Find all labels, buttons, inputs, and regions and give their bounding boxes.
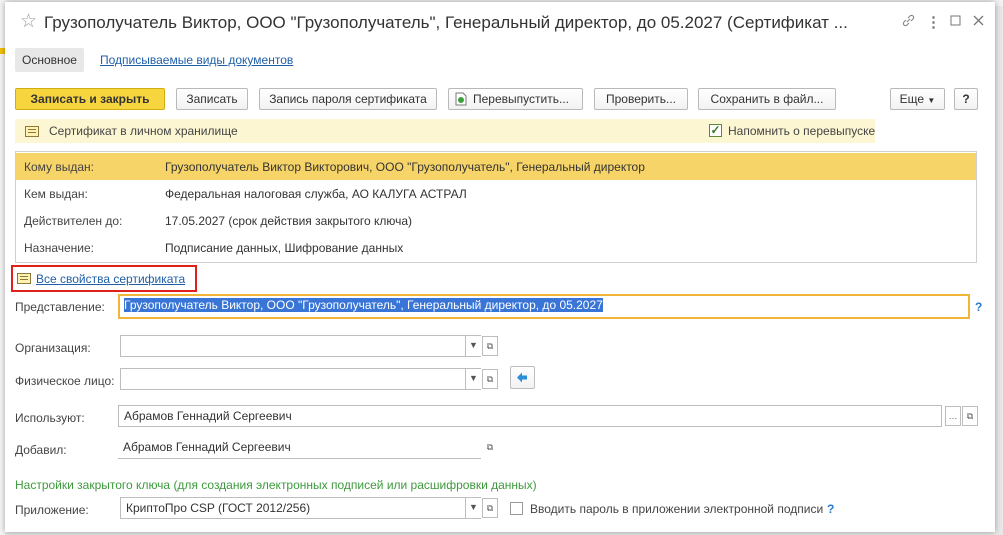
used-by-select-icon[interactable]: … bbox=[945, 406, 961, 426]
detail-label: Действителен до: bbox=[24, 214, 123, 228]
save-to-file-button[interactable]: Сохранить в файл... bbox=[698, 88, 836, 110]
key-settings-header: Настройки закрытого ключа (для создания … bbox=[15, 478, 537, 492]
detail-value: Грузополучатель Виктор Викторович, ООО "… bbox=[165, 160, 645, 174]
detail-value: 17.05.2027 (срок действия закрытого ключ… bbox=[165, 214, 413, 228]
arrow-left-icon bbox=[517, 372, 527, 383]
person-open-icon[interactable]: ⧉ bbox=[482, 369, 498, 389]
certificate-details: Кому выдан: Грузополучатель Виктор Викто… bbox=[15, 151, 977, 263]
window-title: Грузополучатель Виктор, ООО "Грузополуча… bbox=[44, 13, 848, 32]
used-by-label: Используют: bbox=[15, 411, 85, 425]
organization-dropdown-icon[interactable]: ▼ bbox=[465, 336, 481, 356]
detail-label: Кому выдан: bbox=[24, 160, 95, 174]
app-label: Приложение: bbox=[15, 503, 89, 517]
organization-field[interactable] bbox=[120, 335, 481, 357]
presentation-help-icon[interactable]: ? bbox=[975, 300, 982, 314]
storage-text: Сертификат в личном хранилище bbox=[49, 124, 238, 138]
storage-info-bar: Сертификат в личном хранилище ✓ Напомнит… bbox=[15, 119, 875, 143]
reissue-label: Перевыпустить... bbox=[473, 92, 569, 106]
save-password-button[interactable]: Запись пароля сертификата bbox=[259, 88, 437, 110]
certificate-window: ☆ Грузополучатель Виктор, ООО "Грузополу… bbox=[5, 2, 995, 532]
detail-row-issued-to: Кому выдан: Грузополучатель Виктор Викто… bbox=[16, 153, 976, 180]
properties-certificate-icon bbox=[17, 273, 31, 284]
person-dropdown-icon[interactable]: ▼ bbox=[465, 369, 481, 389]
person-field[interactable] bbox=[120, 368, 481, 390]
all-properties-link[interactable]: Все свойства сертификата bbox=[36, 272, 185, 286]
help-button[interactable]: ? bbox=[954, 88, 978, 110]
organization-label: Организация: bbox=[15, 341, 91, 355]
check-button[interactable]: Проверить... bbox=[594, 88, 688, 110]
enter-password-label[interactable]: Вводить пароль в приложении электронной … bbox=[530, 502, 823, 516]
link-icon[interactable] bbox=[901, 13, 916, 32]
used-by-open-icon[interactable]: ⧉ bbox=[962, 406, 978, 426]
dropdown-arrow-icon: ▼ bbox=[927, 96, 936, 105]
close-icon[interactable] bbox=[973, 13, 984, 30]
app-open-icon[interactable]: ⧉ bbox=[482, 498, 498, 518]
added-by-field: Абрамов Геннадий Сергеевич bbox=[118, 437, 481, 459]
detail-label: Кем выдан: bbox=[24, 187, 88, 201]
more-button[interactable]: Еще ▼ bbox=[890, 88, 945, 110]
added-by-open-icon[interactable]: ⧉ bbox=[482, 438, 498, 458]
enter-password-help-icon[interactable]: ? bbox=[827, 502, 834, 516]
presentation-value: Грузополучатель Виктор, ООО "Грузополуча… bbox=[124, 298, 603, 312]
app-field[interactable]: КриптоПро CSP (ГОСТ 2012/256) bbox=[120, 497, 481, 519]
reissue-button[interactable]: Перевыпустить... bbox=[448, 88, 583, 110]
detail-label: Назначение: bbox=[24, 241, 95, 255]
detail-row-purpose: Назначение: Подписание данных, Шифровани… bbox=[16, 234, 976, 261]
used-by-field[interactable]: Абрамов Геннадий Сергеевич bbox=[118, 405, 942, 427]
added-by-label: Добавил: bbox=[15, 443, 67, 457]
reissue-icon bbox=[455, 92, 468, 112]
remind-checkbox[interactable]: ✓ bbox=[709, 124, 722, 137]
presentation-label: Представление: bbox=[15, 300, 105, 314]
maximize-icon[interactable] bbox=[950, 13, 961, 30]
presentation-field[interactable]: Грузополучатель Виктор, ООО "Грузополуча… bbox=[118, 294, 970, 319]
save-button[interactable]: Записать bbox=[176, 88, 248, 110]
enter-password-checkbox[interactable] bbox=[510, 502, 523, 515]
save-and-close-button[interactable]: Записать и закрыть bbox=[15, 88, 165, 110]
title-bar: ☆ Грузополучатель Виктор, ООО "Грузополу… bbox=[5, 2, 995, 42]
detail-value: Федеральная налоговая служба, АО КАЛУГА … bbox=[165, 187, 467, 201]
certificate-icon bbox=[25, 126, 39, 137]
star-icon[interactable]: ☆ bbox=[20, 10, 37, 33]
remind-label[interactable]: Напомнить о перевыпуске bbox=[728, 124, 875, 138]
person-fill-button[interactable] bbox=[510, 366, 535, 389]
more-vertical-icon[interactable]: ⋮ bbox=[926, 13, 941, 31]
more-label: Еще bbox=[899, 92, 925, 106]
detail-row-valid-until: Действителен до: 17.05.2027 (срок действ… bbox=[16, 207, 976, 234]
detail-row-issued-by: Кем выдан: Федеральная налоговая служба,… bbox=[16, 180, 976, 207]
detail-value: Подписание данных, Шифрование данных bbox=[165, 241, 404, 255]
tab-signed-doc-types[interactable]: Подписываемые виды документов bbox=[100, 48, 293, 72]
tab-main[interactable]: Основное bbox=[15, 48, 84, 72]
app-dropdown-icon[interactable]: ▼ bbox=[465, 498, 481, 518]
organization-open-icon[interactable]: ⧉ bbox=[482, 336, 498, 356]
person-label: Физическое лицо: bbox=[15, 374, 115, 388]
